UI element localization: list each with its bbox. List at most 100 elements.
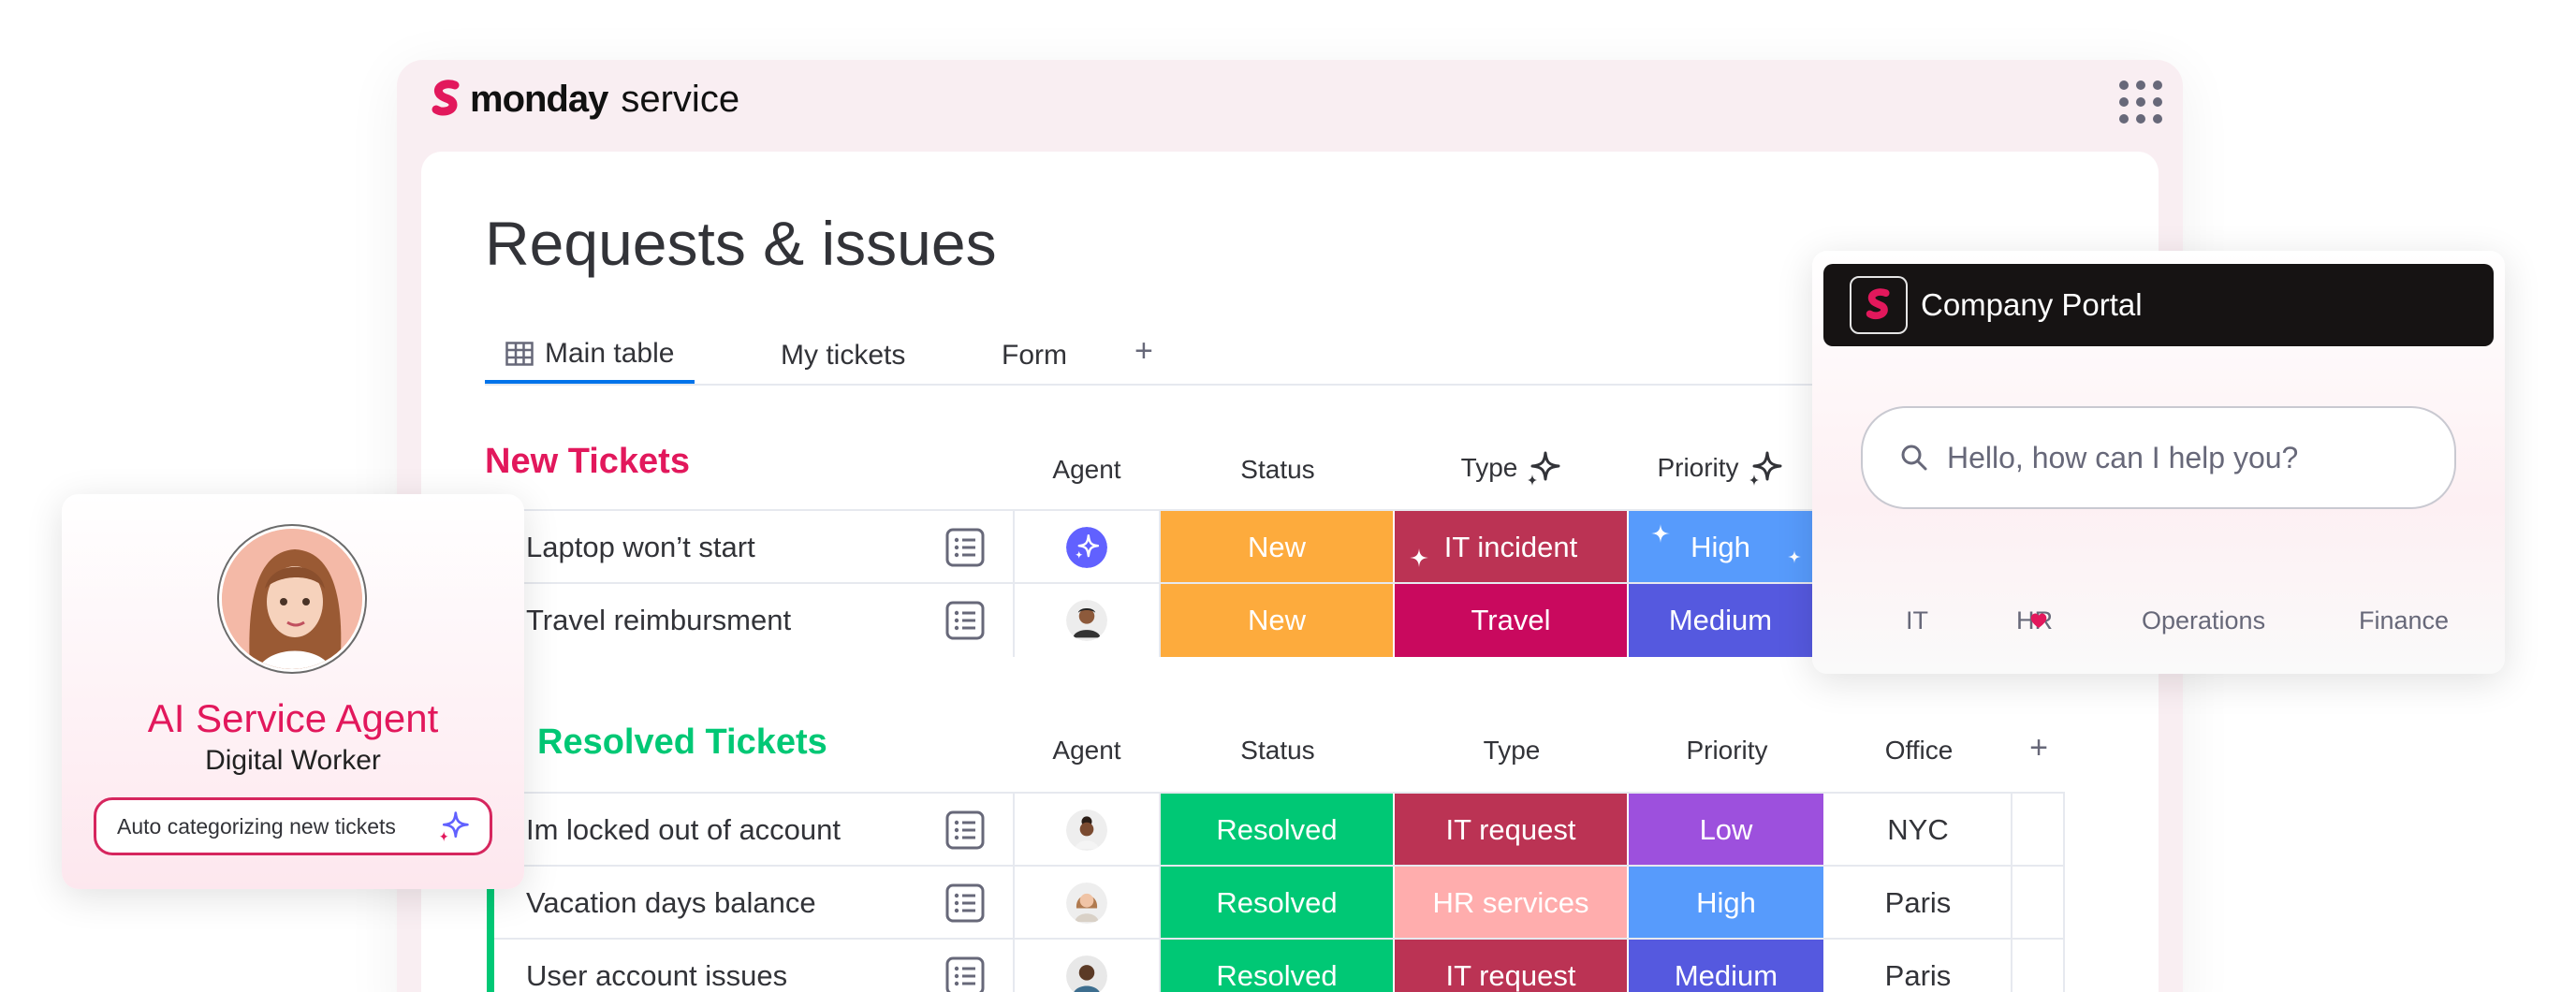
- app-switcher-icon[interactable]: [2119, 80, 2162, 124]
- portal-category-it[interactable]: IT: [1906, 606, 1928, 635]
- table-row[interactable]: Im locked out of account Resolved IT req…: [494, 792, 2065, 867]
- agent-subtitle: Digital Worker: [205, 745, 381, 776]
- ticket-name[interactable]: User account issues: [494, 940, 919, 992]
- agent-portrait: [222, 529, 362, 669]
- item-doc-button[interactable]: [919, 867, 1013, 940]
- item-doc-button[interactable]: [919, 511, 1013, 584]
- col-header-priority-label: Priority: [1657, 453, 1739, 482]
- search-icon: [1901, 445, 1927, 471]
- priority-cell[interactable]: Medium: [1629, 584, 1814, 657]
- portal-search-input[interactable]: Hello, how can I help you?: [1861, 406, 2456, 509]
- empty-cell: [2012, 867, 2065, 940]
- empty-cell: [2012, 940, 2065, 992]
- list-doc-icon: [945, 883, 985, 923]
- type-cell[interactable]: HR services: [1395, 867, 1629, 940]
- office-cell[interactable]: Paris: [1825, 867, 2012, 940]
- company-portal-panel[interactable]: Company Portal Hello, how can I help you…: [1812, 251, 2505, 674]
- cursor-heart-icon: [2030, 613, 2047, 628]
- tab-main-table-label: Main table: [545, 338, 675, 369]
- table-row[interactable]: User account issues Resolved IT request …: [494, 938, 2065, 992]
- col-header-agent: Agent: [1052, 736, 1121, 765]
- product-name: service: [621, 78, 740, 120]
- ticket-name[interactable]: Laptop won’t start: [494, 511, 919, 584]
- office-cell[interactable]: NYC: [1825, 794, 2012, 867]
- tab-form[interactable]: Form: [1002, 328, 1067, 384]
- status-cell[interactable]: Resolved: [1161, 867, 1395, 940]
- table-row[interactable]: Vacation days balance Resolved HR servic…: [494, 865, 2065, 940]
- ai-sparkle-icon: [1528, 451, 1560, 486]
- priority-label: High: [1690, 531, 1750, 563]
- view-tabs: Main table My tickets Form +: [485, 328, 1833, 386]
- col-header-office: Office: [1884, 736, 1954, 765]
- ai-sparkle-icon: [1749, 451, 1782, 486]
- page-title: Requests & issues: [485, 209, 997, 278]
- list-doc-icon: [945, 810, 985, 850]
- list-doc-icon: [945, 601, 985, 640]
- ticket-name[interactable]: Vacation days balance: [494, 867, 919, 940]
- search-placeholder: Hello, how can I help you?: [1947, 440, 2299, 474]
- ai-sparkle-icon: [439, 811, 469, 842]
- ticket-name[interactable]: Im locked out of account: [494, 794, 919, 867]
- tab-main-table[interactable]: Main table: [485, 328, 695, 384]
- agent-cell[interactable]: [1013, 940, 1161, 992]
- type-label: IT incident: [1443, 531, 1578, 563]
- type-cell[interactable]: IT request: [1395, 940, 1629, 992]
- table-icon: [505, 342, 534, 366]
- person-avatar: [1066, 600, 1107, 641]
- group-title-resolved[interactable]: Resolved Tickets: [537, 722, 827, 763]
- type-cell[interactable]: IT request: [1395, 794, 1629, 867]
- type-cell[interactable]: Travel: [1395, 584, 1629, 657]
- col-header-type: Type: [1483, 736, 1541, 765]
- type-cell[interactable]: IT incident: [1395, 511, 1629, 584]
- portal-category-finance[interactable]: Finance: [2359, 606, 2449, 635]
- item-doc-button[interactable]: [919, 794, 1013, 867]
- tab-my-tickets[interactable]: My tickets: [781, 328, 905, 384]
- agent-cell[interactable]: [1013, 584, 1161, 657]
- col-header-type: Type: [1395, 449, 1629, 487]
- portal-category-operations[interactable]: Operations: [2142, 606, 2265, 635]
- item-doc-button[interactable]: [919, 584, 1013, 657]
- empty-cell: [2012, 794, 2065, 867]
- monday-logo-icon: [432, 80, 460, 116]
- agent-task-pill[interactable]: Auto categorizing new tickets: [94, 797, 492, 855]
- portal-header: Company Portal: [1823, 264, 2494, 346]
- item-doc-button[interactable]: [919, 940, 1013, 992]
- sparkle-icon: [1651, 524, 1670, 543]
- list-doc-icon: [945, 956, 985, 992]
- priority-cell[interactable]: Medium: [1629, 940, 1825, 992]
- ticket-name[interactable]: Travel reimbursment: [494, 584, 919, 657]
- portal-logo-icon: [1850, 276, 1908, 334]
- ai-agent-card[interactable]: AI Service Agent Digital Worker Auto cat…: [62, 494, 524, 889]
- ai-agent-avatar-icon: [1066, 527, 1107, 568]
- agent-avatar: [219, 526, 365, 672]
- priority-cell[interactable]: High: [1629, 511, 1814, 584]
- status-cell[interactable]: New: [1161, 511, 1395, 584]
- app-logo[interactable]: monday service: [431, 75, 739, 124]
- col-header-agent: Agent: [1052, 455, 1121, 484]
- col-header-status: Status: [1240, 455, 1315, 484]
- list-doc-icon: [945, 528, 985, 567]
- priority-cell[interactable]: High: [1629, 867, 1825, 940]
- group-title-new[interactable]: New Tickets: [485, 442, 690, 482]
- status-cell[interactable]: Resolved: [1161, 940, 1395, 992]
- table-row[interactable]: Laptop won’t start New IT incident High: [494, 509, 1814, 584]
- add-column-button[interactable]: +: [2012, 730, 2065, 766]
- status-cell[interactable]: Resolved: [1161, 794, 1395, 867]
- agent-cell[interactable]: [1013, 511, 1161, 584]
- agent-cell[interactable]: [1013, 867, 1161, 940]
- col-header-type-label: Type: [1460, 453, 1518, 482]
- person-avatar: [1066, 956, 1107, 992]
- priority-cell[interactable]: Low: [1629, 794, 1825, 867]
- portal-categories: IT HR Operations Finance: [1812, 606, 2505, 663]
- status-cell[interactable]: New: [1161, 584, 1395, 657]
- person-avatar: [1066, 810, 1107, 851]
- col-header-priority: Priority: [1629, 449, 1812, 487]
- agent-title: AI Service Agent: [147, 696, 439, 740]
- add-view-button[interactable]: +: [1134, 333, 1153, 370]
- table-row[interactable]: Travel reimbursment New Travel Medium: [494, 582, 1814, 657]
- col-header-priority: Priority: [1686, 736, 1768, 765]
- office-cell[interactable]: Paris: [1825, 940, 2012, 992]
- agent-cell[interactable]: [1013, 794, 1161, 867]
- person-avatar: [1066, 883, 1107, 924]
- agent-task-label: Auto categorizing new tickets: [117, 813, 396, 839]
